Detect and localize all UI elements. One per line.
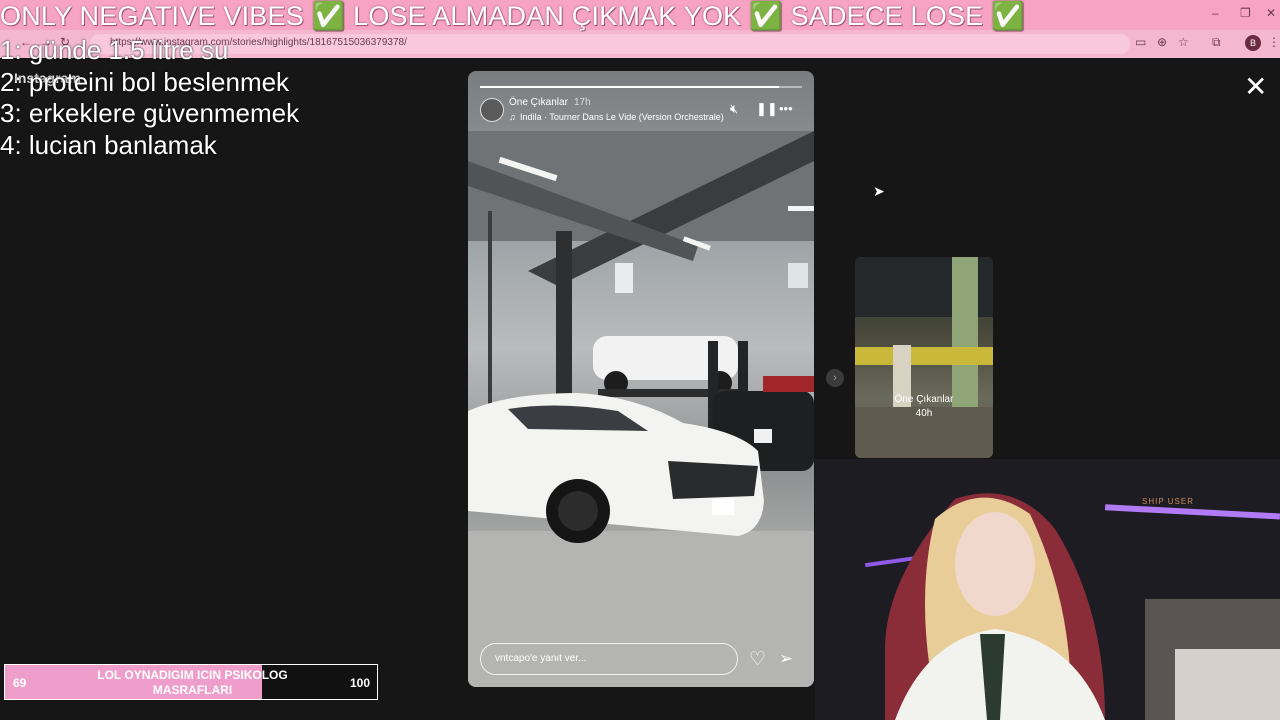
mouse-cursor-icon: ➤: [873, 183, 885, 199]
todo-item: 4: lucian banlamak: [0, 129, 217, 160]
more-icon[interactable]: •••: [779, 101, 793, 116]
menu-icon[interactable]: ⋮: [1268, 35, 1280, 49]
story-viewer[interactable]: Öne Çıkanlar 17h ♫ Indila · Tourner Dans…: [468, 71, 814, 687]
profile-avatar[interactable]: B: [1245, 35, 1261, 51]
story-time: 17h: [574, 97, 591, 108]
bookmark-star-icon[interactable]: ☆: [1178, 35, 1189, 49]
story-progress-bar: [480, 86, 802, 88]
story-progress-fill: [480, 86, 780, 88]
goal-title: LOL OYNADIGIM ICIN PSIKOLOG MASRAFLARI: [97, 668, 288, 697]
neon-sign: SHIP USER: [1142, 497, 1194, 506]
restore-icon[interactable]: ❐: [1240, 6, 1251, 20]
zoom-icon[interactable]: ⊕: [1157, 35, 1167, 49]
music-note-icon: ♫: [509, 112, 516, 122]
story-song[interactable]: Indila · Tourner Dans Le Vide (Version O…: [520, 112, 724, 122]
reply-placeholder: vntcapo'e yanıt ver...: [495, 653, 587, 664]
close-icon[interactable]: ✕: [1244, 70, 1267, 103]
window-close-icon[interactable]: ✕: [1266, 6, 1276, 20]
story-username[interactable]: Öne Çıkanlar: [509, 97, 568, 108]
next-story-time: 40h: [915, 408, 933, 419]
cast-icon[interactable]: ▭: [1135, 35, 1146, 49]
donation-goal-bar: 69 LOL OYNADIGIM ICIN PSIKOLOG MASRAFLAR…: [4, 664, 378, 700]
webcam-scene: [815, 459, 1280, 720]
goal-target-value: 100: [350, 676, 371, 690]
next-story-thumbnail[interactable]: Öne Çıkanlar 40h: [855, 257, 993, 458]
next-story-photo: [855, 257, 993, 458]
heart-icon[interactable]: ♡: [749, 648, 766, 671]
story-photo: [468, 131, 814, 687]
mute-icon[interactable]: 🔇︎: [730, 101, 738, 117]
extensions-icon[interactable]: ⧉: [1212, 35, 1221, 50]
send-icon[interactable]: ➢: [779, 649, 793, 669]
overlay-ticker: ONLY NEGATIVE VIBES ✅ LOSE ALMADAN ÇIKMA…: [0, 1, 1025, 31]
minimize-icon[interactable]: –: [1212, 6, 1219, 20]
goal-current-value: 69: [13, 676, 27, 690]
next-story-arrow-icon[interactable]: ›: [826, 369, 844, 387]
next-story-label: Öne Çıkanlar: [894, 394, 954, 405]
webcam-feed: SHIP USER: [815, 459, 1280, 720]
story-avatar[interactable]: [480, 98, 504, 122]
overlay-todo-list: 1: günde 1.5 litre su 2: proteini bol be…: [0, 35, 299, 161]
todo-item: 1: günde 1.5 litre su: [0, 35, 229, 65]
todo-item: 2: proteini bol beslenmek: [0, 66, 290, 97]
pause-icon[interactable]: ❚❚: [756, 101, 778, 117]
todo-item: 3: erkeklere güvenmemek: [0, 98, 300, 128]
